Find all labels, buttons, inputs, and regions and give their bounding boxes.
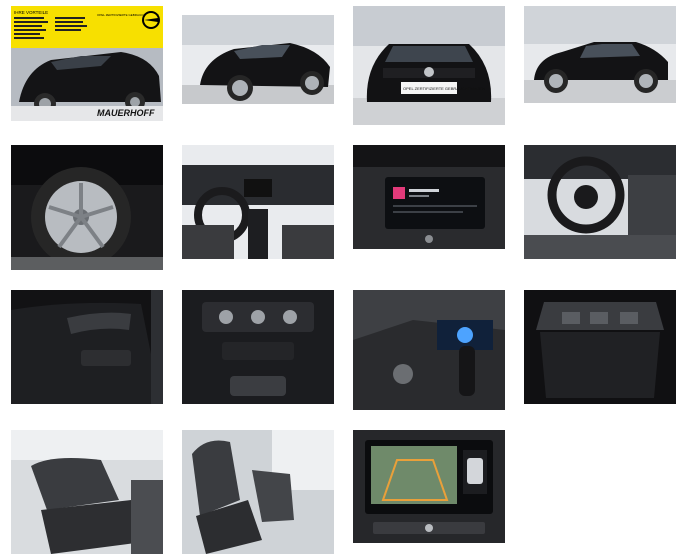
photo-rear-seats[interactable] [11, 430, 163, 554]
photo-climate-controls[interactable] [182, 290, 334, 404]
photo-trunk[interactable] [524, 290, 676, 404]
banner-heading: IHRE VORTEILE [14, 10, 48, 15]
photo-door-panel[interactable] [11, 290, 163, 404]
photo-gallery: IHRE VORTEILE OPEL ZERTIFIZIERTE GEBRAUC… [0, 0, 679, 554]
dealer-logo: MAUERHOFF [97, 108, 155, 118]
photo-exterior-front[interactable]: OPEL ZERTIFIZIERTE GEBRAUCHTWAGEN [353, 6, 505, 125]
photo-infotainment-screen[interactable] [353, 145, 505, 249]
photo-exterior-front-dealer[interactable]: IHRE VORTEILE OPEL ZERTIFIZIERTE GEBRAUC… [11, 6, 163, 121]
photo-rear-camera-display[interactable] [353, 430, 505, 543]
photo-exterior-side[interactable] [524, 6, 676, 103]
photo-exterior-rear-side[interactable] [182, 15, 334, 104]
photo-gear-shifter[interactable] [353, 290, 505, 410]
photo-front-seats[interactable] [182, 430, 334, 554]
plate-text: OPEL ZERTIFIZIERTE GEBRAUCHTWAGEN [403, 86, 485, 91]
photo-wheel-rim[interactable] [11, 145, 163, 270]
photo-steering-wheel[interactable] [524, 145, 676, 259]
photo-dashboard[interactable] [182, 145, 334, 259]
